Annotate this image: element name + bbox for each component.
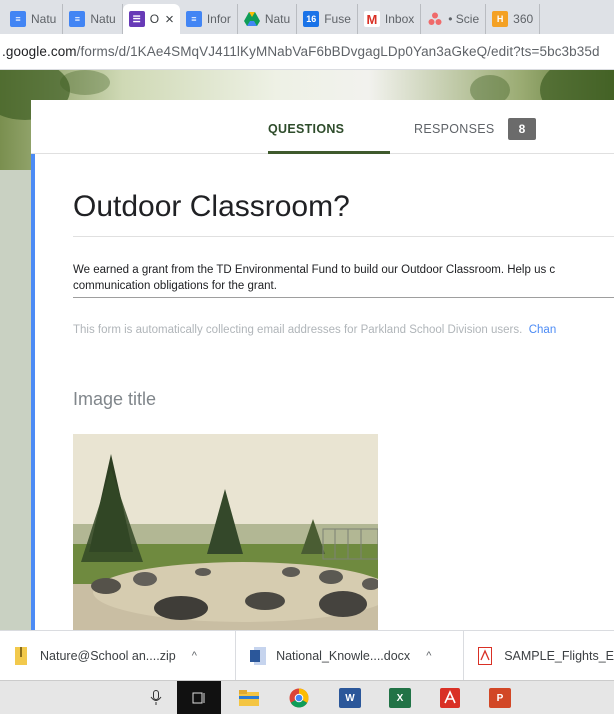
- download-item[interactable]: Nature@School an....zip ^: [0, 630, 237, 681]
- word-icon[interactable]: W: [339, 688, 361, 708]
- chrome-icon[interactable]: [288, 688, 310, 708]
- outdoor-classroom-photo[interactable]: [73, 434, 378, 630]
- tab-title: Natu: [31, 12, 57, 26]
- screen: ≡ Natu ≡ Natu ☰ O × ≡ Infor Natu 16 Fuse…: [0, 0, 614, 714]
- tab-title: • Scie: [448, 12, 480, 26]
- docs-icon: ≡: [185, 11, 202, 27]
- browser-tab[interactable]: ≡ Infor: [180, 4, 238, 34]
- powerpoint-icon[interactable]: P: [489, 688, 511, 708]
- tab-title: 360: [513, 12, 534, 26]
- form-tabs: QUESTIONS RESPONSES 8: [31, 100, 614, 154]
- browser-tab[interactable]: ≡ Natu: [63, 4, 123, 34]
- form-description[interactable]: We earned a grant from the TD Environmen…: [73, 262, 614, 294]
- browser-tab-strip: ≡ Natu ≡ Natu ☰ O × ≡ Infor Natu 16 Fuse…: [0, 0, 614, 34]
- word-icon: [250, 646, 267, 665]
- task-view-icon[interactable]: [177, 681, 221, 714]
- downloads-shelf: Nature@School an....zip ^ National_Knowl…: [0, 630, 614, 681]
- browser-tab[interactable]: 16 Fuse: [297, 4, 358, 34]
- title-underline: [73, 236, 614, 237]
- tab-title: Inbox: [384, 12, 415, 26]
- drive-icon: [243, 11, 260, 27]
- email-collection-note: This form is automatically collecting em…: [73, 324, 557, 336]
- forms-icon: ☰: [128, 11, 145, 27]
- browser-tab[interactable]: Natu: [238, 4, 298, 34]
- tab-title: Fuse: [324, 12, 351, 26]
- browser-tab[interactable]: H 360: [486, 4, 541, 34]
- chevron-up-icon[interactable]: ^: [192, 650, 197, 662]
- pdf-icon: [478, 646, 493, 665]
- docs-icon: ≡: [10, 11, 26, 27]
- image-title[interactable]: Image title: [73, 389, 156, 410]
- file-explorer-icon[interactable]: [238, 688, 260, 708]
- microphone-icon[interactable]: [145, 688, 167, 708]
- chevron-up-icon[interactable]: ^: [426, 650, 431, 662]
- browser-tab-active[interactable]: ☰ O ×: [122, 4, 180, 34]
- close-tab-icon[interactable]: ×: [165, 11, 174, 28]
- excel-icon[interactable]: X: [389, 688, 411, 708]
- browser-tab[interactable]: M Inbox: [358, 4, 422, 34]
- zip-icon: [14, 646, 28, 665]
- tab-title: O: [149, 12, 160, 26]
- acrobat-icon[interactable]: [439, 688, 461, 708]
- download-item[interactable]: National_Knowle....docx ^: [236, 630, 465, 681]
- docs-icon: ≡: [69, 11, 86, 27]
- asana-icon: [427, 11, 443, 27]
- tab-questions[interactable]: QUESTIONS: [268, 122, 344, 136]
- download-item[interactable]: SAMPLE_Flights_E: [464, 631, 614, 681]
- address-bar[interactable]: .google.com/forms/d/1KAe4SMqVJ411lKyMNab…: [0, 34, 614, 70]
- forms-page: QUESTIONS RESPONSES 8 Outdoor Classroom?…: [0, 70, 614, 630]
- url-text[interactable]: .google.com/forms/d/1KAe4SMqVJ411lKyMNab…: [0, 44, 600, 59]
- tab-title: Natu: [90, 12, 116, 26]
- responses-count-badge: 8: [508, 118, 536, 140]
- page-background: [0, 170, 31, 630]
- windows-taskbar: W X P: [0, 680, 614, 714]
- h-icon: H: [492, 11, 509, 27]
- gmail-icon: M: [363, 11, 380, 27]
- form-title-card: Outdoor Classroom? We earned a grant fro…: [31, 154, 614, 630]
- calendar-icon: 16: [303, 11, 320, 27]
- tab-title: Infor: [206, 12, 231, 26]
- tab-title: Natu: [264, 12, 291, 26]
- change-settings-link[interactable]: Chan: [529, 324, 557, 336]
- description-underline: [73, 297, 614, 298]
- browser-tab[interactable]: ≡ Natu: [4, 4, 64, 34]
- form-title[interactable]: Outdoor Classroom?: [73, 190, 350, 224]
- browser-tab[interactable]: • Scie: [421, 4, 487, 34]
- tab-responses[interactable]: RESPONSES: [414, 122, 495, 136]
